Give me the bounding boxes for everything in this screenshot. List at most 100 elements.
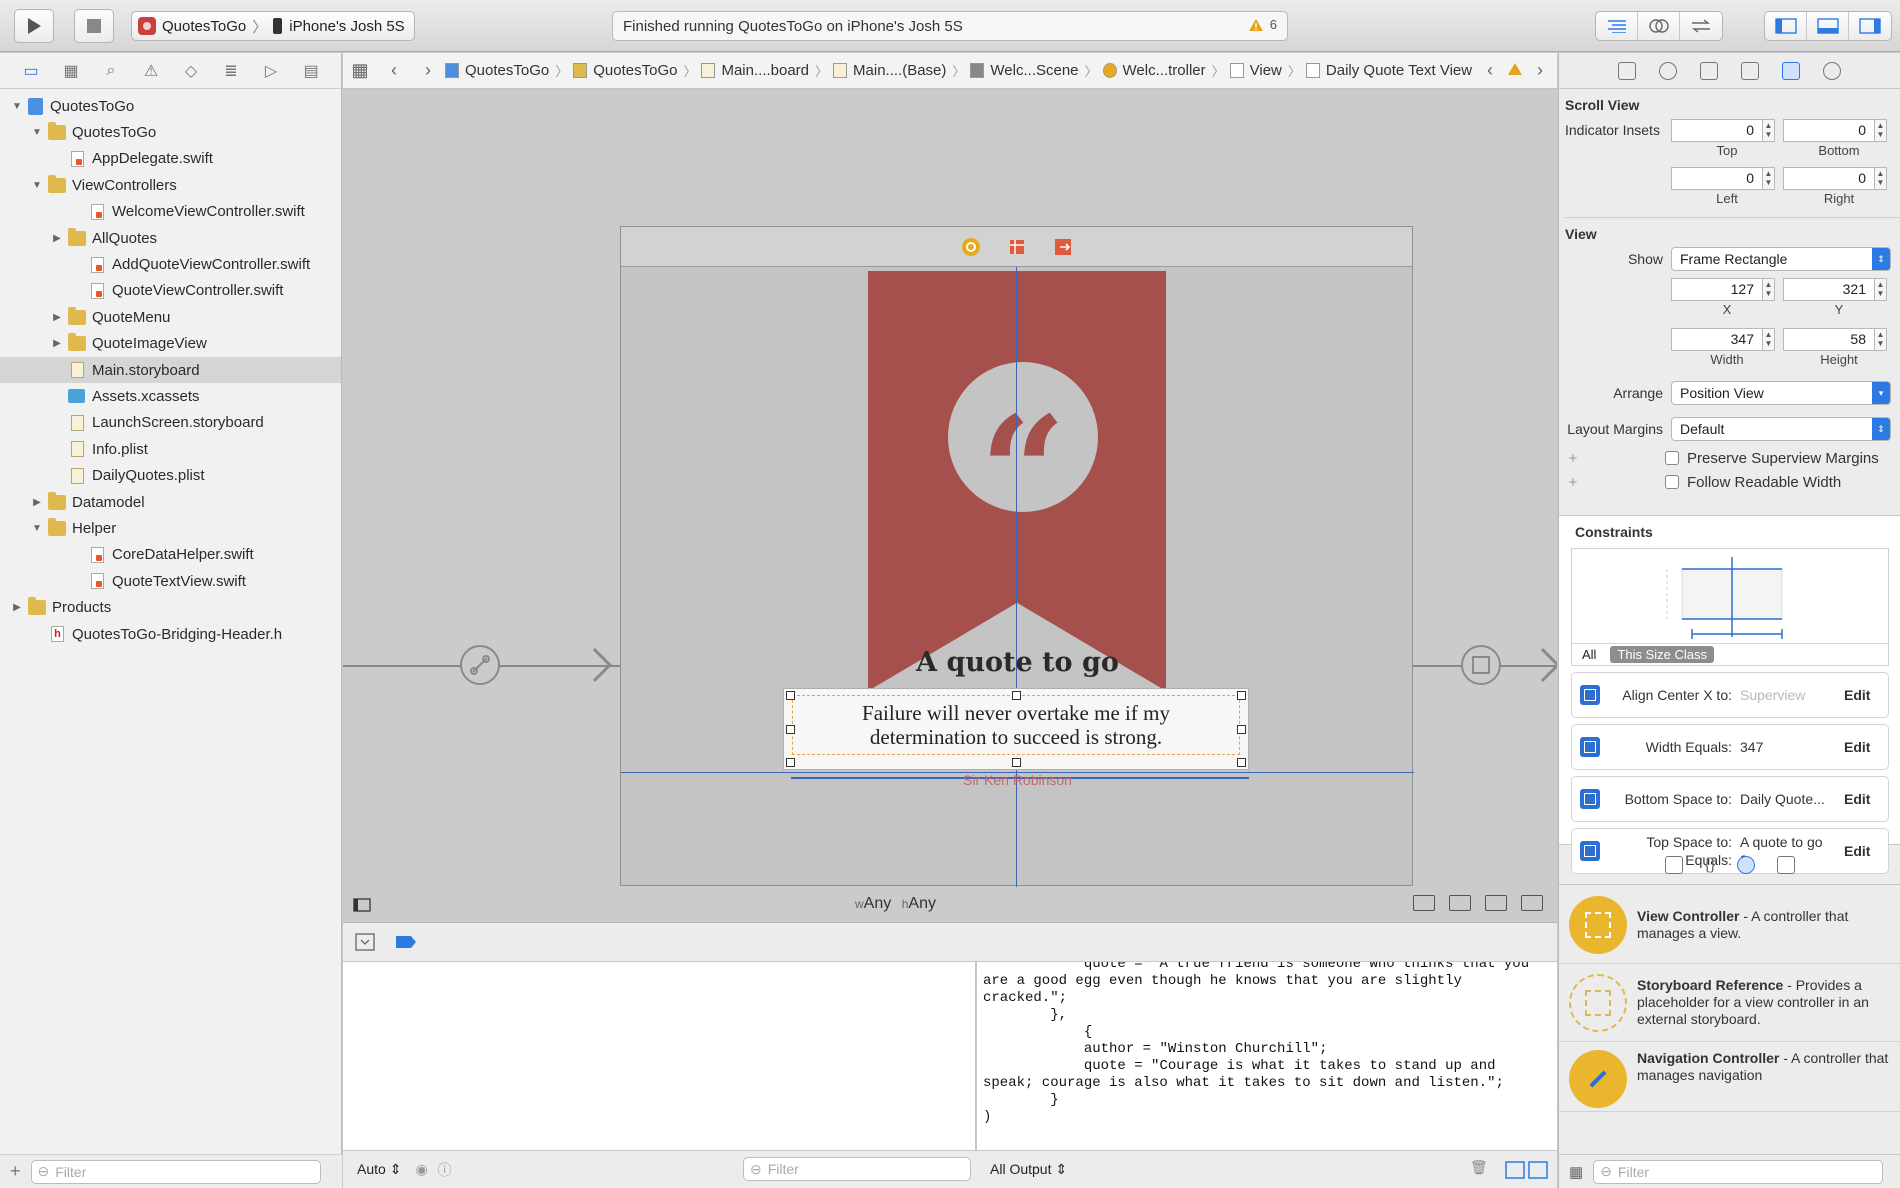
navigator-filter-input[interactable]: ⊖ Filter [30, 1159, 321, 1184]
grid-view-icon[interactable]: ▦ [1569, 1163, 1583, 1181]
app-title-label[interactable]: A quote to go [826, 647, 1209, 678]
navigator-item[interactable]: ▼ Helper [0, 515, 341, 541]
library-item-storyboard-reference[interactable]: Storyboard Reference - Provides a placeh… [1559, 964, 1900, 1042]
console-output[interactable]: quote = "A true friend is someone who th… [977, 962, 1557, 1150]
warning-icon[interactable]: ⚠ [140, 60, 162, 82]
constraint-row[interactable]: Bottom Space to: Daily Quote... Edit [1571, 776, 1889, 822]
navigator-item[interactable]: AddQuoteViewController.swift [0, 251, 341, 277]
storyboard-canvas[interactable]: “ A quote to go Failure will never overt… [343, 90, 1557, 922]
breadcrumb-item[interactable]: Main....board 〉 [701, 61, 833, 80]
search-icon[interactable]: ⌕ [100, 60, 122, 82]
plus-icon[interactable]: + [1563, 474, 1583, 491]
variables-view[interactable] [343, 962, 976, 1150]
toggle-inspector-button[interactable] [1849, 12, 1891, 40]
stepper[interactable]: ▲ ▼ [1875, 166, 1887, 190]
inset-right-field[interactable]: 0 [1783, 166, 1875, 190]
disclosure-closed-icon[interactable]: ▶ [50, 233, 64, 244]
resize-handle[interactable] [786, 725, 795, 734]
navigator-item[interactable]: ▶ Datamodel [0, 489, 341, 515]
navigator-item[interactable]: DailyQuotes.plist [0, 462, 341, 488]
view-controller-icon[interactable] [961, 237, 981, 257]
inset-left-field[interactable]: 0 [1671, 166, 1763, 190]
attributes-inspector-icon[interactable] [1741, 61, 1759, 80]
navigator-item[interactable]: ▶ Products [0, 594, 341, 620]
exit-icon[interactable] [1053, 237, 1073, 257]
size-inspector-icon[interactable] [1782, 61, 1800, 80]
constraint-edit-button[interactable]: Edit [1844, 687, 1888, 703]
standard-editor-button[interactable] [1596, 12, 1638, 40]
navigator-item[interactable]: QuoteTextView.swift [0, 568, 341, 594]
resolve-issues-icon[interactable] [1521, 895, 1543, 911]
navigator-item[interactable]: CoreDataHelper.swift [0, 542, 341, 568]
readable-width-checkbox[interactable] [1665, 475, 1679, 489]
quick-help-icon[interactable] [1659, 61, 1677, 80]
breakpoint-icon[interactable]: ▷ [260, 60, 282, 82]
hierarchy-icon[interactable]: ▦ [60, 60, 82, 82]
toggle-debug-area-button[interactable] [1807, 12, 1849, 40]
show-popup[interactable]: Frame Rectangle ⇕ [1671, 247, 1891, 271]
author-label[interactable]: Sir Ken Robinson [826, 772, 1209, 788]
first-responder-icon[interactable] [1007, 237, 1027, 257]
constraint-row[interactable]: Width Equals: 347 Edit [1571, 724, 1889, 770]
breadcrumb-item[interactable]: Daily Quote Text View [1305, 62, 1472, 79]
console-layout-icon[interactable] [1505, 1161, 1549, 1179]
breadcrumb-item[interactable]: View 〉 [1229, 61, 1306, 80]
navigator-item[interactable]: Info.plist [0, 436, 341, 462]
navigator-item[interactable]: ▶ AllQuotes [0, 225, 341, 251]
folder-icon[interactable]: ▭ [20, 60, 42, 82]
info-icon[interactable]: ⓘ [438, 1160, 452, 1180]
stepper[interactable]: ▲ ▼ [1763, 327, 1775, 351]
stepper[interactable]: ▲ ▼ [1875, 118, 1887, 142]
hide-debug-area-icon[interactable] [355, 933, 375, 951]
back-icon[interactable]: ‹ [377, 60, 411, 81]
file-template-icon[interactable] [1664, 855, 1683, 874]
navigator-item[interactable]: WelcomeViewController.swift [0, 199, 341, 225]
resize-handle[interactable] [786, 691, 795, 700]
layout-margins-popup[interactable]: Default ⇕ [1671, 417, 1891, 441]
segue-icon[interactable] [460, 645, 500, 685]
scheme-selector[interactable]: QuotesToGo 〉 iPhone's Josh 5S [131, 11, 415, 41]
forward-icon[interactable]: › [411, 60, 445, 81]
resize-handle[interactable] [1237, 725, 1246, 734]
breadcrumb-item[interactable]: Welc...Scene 〉 [970, 61, 1102, 80]
breadcrumb-item[interactable]: Main....(Base) 〉 [833, 61, 970, 80]
resize-handle[interactable] [786, 758, 795, 767]
library-item-navigation-controller[interactable]: Navigation Controller - A controller tha… [1559, 1042, 1900, 1112]
variables-filter-input[interactable]: ⊖ Filter [743, 1157, 971, 1181]
inset-top-field[interactable]: 0 [1671, 118, 1763, 142]
resize-handle[interactable] [1237, 758, 1246, 767]
navigator-item[interactable]: ▶ QuoteMenu [0, 304, 341, 330]
jumpbar-warning-icon[interactable] [1507, 62, 1523, 80]
x-field[interactable]: 127 [1671, 277, 1763, 301]
toggle-navigator-button[interactable] [1765, 12, 1807, 40]
stop-button[interactable] [74, 9, 114, 43]
add-icon[interactable]: + [10, 1161, 21, 1182]
file-inspector-icon[interactable] [1618, 61, 1636, 80]
related-items-icon[interactable]: ▦ [343, 60, 377, 81]
stack-icon[interactable] [1413, 895, 1435, 911]
jump-back-icon[interactable]: ‹ [1473, 60, 1507, 81]
navigator-item[interactable]: LaunchScreen.storyboard [0, 410, 341, 436]
disclosure-open-icon[interactable]: ▼ [10, 101, 24, 112]
height-field[interactable]: 58 [1783, 327, 1875, 351]
disclosure-closed-icon[interactable]: ▶ [10, 602, 24, 613]
size-class-selector[interactable]: wAny hAny [855, 895, 936, 913]
inset-bottom-field[interactable]: 0 [1783, 118, 1875, 142]
arrange-popup[interactable]: Position View ▾ [1671, 381, 1891, 405]
library-filter-input[interactable]: ⊖ Filter [1593, 1159, 1884, 1184]
constraint-edit-button[interactable]: Edit [1844, 791, 1888, 807]
align-icon[interactable] [1449, 895, 1471, 911]
resize-handle[interactable] [1012, 691, 1021, 700]
disclosure-open-icon[interactable]: ▼ [30, 127, 44, 138]
media-library-icon[interactable] [1777, 855, 1796, 874]
stepper[interactable]: ▲ ▼ [1875, 327, 1887, 351]
constraint-row[interactable]: Align Center X to: Superview Edit [1571, 672, 1889, 718]
daily-quote-text-view[interactable]: Failure will never overtake me if my det… [783, 688, 1249, 770]
navigator-item[interactable]: h QuotesToGo-Bridging-Header.h [0, 621, 341, 647]
connections-inspector-icon[interactable] [1823, 61, 1841, 80]
trash-icon[interactable]: 🗑 [1470, 1159, 1488, 1176]
breadcrumb-item[interactable]: Welc...troller 〉 [1102, 61, 1230, 80]
navigator-item[interactable]: ▼ QuotesToGo [0, 93, 341, 119]
version-editor-button[interactable] [1680, 12, 1722, 40]
output-selector[interactable]: All Output ⇕ [990, 1161, 1067, 1178]
